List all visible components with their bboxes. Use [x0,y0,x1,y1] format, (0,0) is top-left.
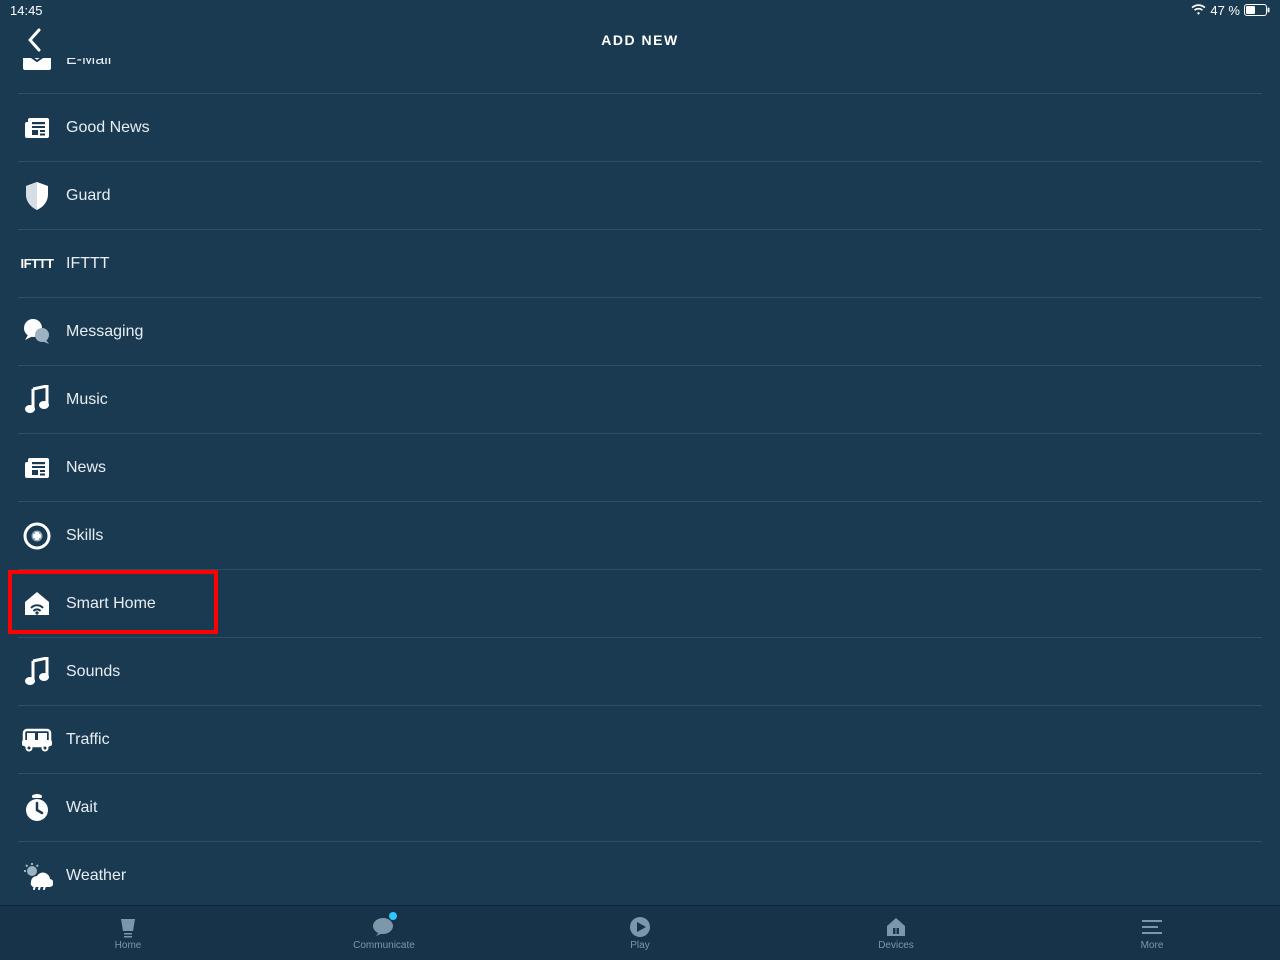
smarthome-icon [18,590,56,618]
battery-icon [1244,4,1270,16]
list-item-label: IFTTT [66,255,110,273]
shield-icon [18,181,56,211]
tab-label: Devices [878,940,914,951]
weather-icon [18,862,56,890]
add-new-list: E-Mail Good News Guard IFTTT IFTTT Messaging M… [0,58,1280,905]
messaging-icon [18,318,56,346]
list-item-label: Wait [66,799,97,817]
list-item-label: Weather [66,867,126,885]
list-item-label: News [66,459,106,477]
list-item[interactable]: Music [18,366,1262,434]
tab-devices[interactable]: Devices [768,906,1024,960]
back-button[interactable] [20,26,48,54]
list-item-label: Sounds [66,663,120,681]
music-icon [18,657,56,687]
list-item-label: Good News [66,119,150,137]
list-item-label: Skills [66,527,103,545]
list-item[interactable]: News [18,434,1262,502]
list-item[interactable]: Skills [18,502,1262,570]
more-tab-icon [1141,916,1163,938]
list-item-label: Guard [66,187,110,205]
status-right: 47 % [1191,3,1270,18]
list-item[interactable]: Messaging [18,298,1262,366]
devices-tab-icon [885,916,907,938]
status-bar: 14:45 47 % [0,0,1280,20]
tab-communicate[interactable]: Communicate [256,906,512,960]
newspaper-icon [18,116,56,140]
tab-label: Communicate [353,940,415,951]
skills-icon [18,521,56,551]
tab-label: More [1141,940,1164,951]
list-item[interactable]: Traffic [18,706,1262,774]
list-item[interactable]: Weather [18,842,1262,905]
newspaper-icon [18,456,56,480]
list-item-label: Messaging [66,323,143,341]
status-time: 14:45 [10,3,43,18]
list-item[interactable]: Smart Home [18,570,1262,638]
list-item[interactable]: IFTTT IFTTT [18,230,1262,298]
header: ADD NEW [0,20,1280,60]
tab-label: Home [115,940,142,951]
tab-play[interactable]: Play [512,906,768,960]
list-item[interactable]: Good News [18,94,1262,162]
email-icon [18,58,56,71]
page-title: ADD NEW [601,32,678,48]
list-item-label: Smart Home [66,595,156,613]
list-item-label: Music [66,391,108,409]
wifi-icon [1191,4,1206,16]
battery-pct: 47 % [1210,3,1240,18]
list-item[interactable]: Guard [18,162,1262,230]
list-item[interactable]: Wait [18,774,1262,842]
tab-label: Play [630,940,649,951]
list-item-label: E-Mail [66,58,111,69]
tab-more[interactable]: More [1024,906,1280,960]
chevron-left-icon [27,28,41,52]
tab-bar: Home Communicate Play Devices More [0,905,1280,960]
music-icon [18,385,56,415]
home-tab-icon [118,916,138,938]
wait-icon [18,793,56,823]
play-tab-icon [629,916,651,938]
list-item[interactable]: Sounds [18,638,1262,706]
list-item-label: Traffic [66,731,110,749]
ifttt-icon: IFTTT [18,256,56,271]
tab-home[interactable]: Home [0,906,256,960]
traffic-icon [18,727,56,753]
list-item[interactable]: E-Mail [18,58,1262,94]
